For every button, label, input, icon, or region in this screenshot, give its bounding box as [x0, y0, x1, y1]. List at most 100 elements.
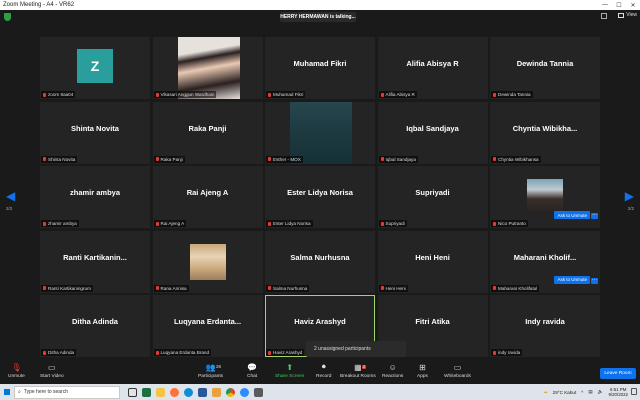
- file-explorer-icon[interactable]: [212, 387, 221, 397]
- participant-display-name: Ranti Kartikanin...: [63, 252, 127, 262]
- taskbar-apps: [128, 387, 263, 397]
- participant-tile[interactable]: Ditha Adinda Ditha Adinda: [40, 295, 150, 357]
- participant-tile[interactable]: Shinta Novita Shinta Novita: [40, 101, 150, 164]
- participant-tile[interactable]: Esther - MOX: [265, 101, 375, 164]
- excel-icon[interactable]: [142, 387, 151, 397]
- participant-tile[interactable]: Maharani Kholif... Maharani Kholifatul A…: [490, 230, 600, 293]
- participant-tile[interactable]: Alifia Abisya R Alifia Abisya R: [377, 37, 488, 99]
- share-screen-button[interactable]: ⬆ Share Screen: [275, 362, 304, 380]
- word-icon[interactable]: [198, 387, 207, 397]
- next-page-arrow-icon[interactable]: ▶: [625, 189, 634, 203]
- unmute-button[interactable]: 🎙 Unmute: [8, 362, 25, 380]
- unassigned-participants-popup[interactable]: 2 unassigned participants: [306, 341, 406, 357]
- weather-icon: ☁: [543, 389, 548, 394]
- participant-label: Rana Annisa: [153, 284, 189, 292]
- fullscreen-icon[interactable]: [601, 13, 607, 19]
- video-feed: [527, 179, 563, 215]
- participant-label: Esther - MOX: [266, 155, 303, 163]
- app-icon[interactable]: [254, 387, 263, 397]
- tray-chevron-icon[interactable]: ^: [581, 390, 583, 395]
- participant-tile[interactable]: Heni Heni Heni Heni: [377, 230, 488, 293]
- mic-muted-icon: [493, 350, 496, 355]
- search-placeholder: Type here to search: [23, 389, 69, 395]
- volume-icon[interactable]: 🔈: [598, 389, 604, 395]
- topbar-icons: [601, 13, 607, 19]
- participant-tile[interactable]: Iqbal Sandjaya Iqbal Sandjaya: [377, 101, 488, 164]
- search-icon: ⌕: [18, 389, 21, 395]
- ask-to-unmute-button[interactable]: Ask to Unmute: [554, 275, 590, 284]
- notification-icon[interactable]: [631, 388, 637, 395]
- participant-tile[interactable]: Ester Lidya Norisa Ester Lidya Norisa: [265, 166, 375, 228]
- participant-label: indy ravida: [491, 349, 523, 356]
- chat-label: Chat: [247, 374, 258, 379]
- talking-banner: HERRY HERMAWAN is talking...: [280, 12, 356, 22]
- windows-start-icon[interactable]: [0, 384, 14, 400]
- edge-icon[interactable]: [184, 387, 193, 397]
- participant-display-name: Ditha Adinda: [72, 317, 118, 326]
- apps-button[interactable]: ⊞ Apps: [417, 362, 428, 380]
- participant-tile[interactable]: Rana Annisa: [152, 230, 263, 293]
- zoom-app-icon[interactable]: [240, 387, 249, 397]
- participant-tile[interactable]: Muhamad Fikri Muhamad Fikri: [265, 37, 375, 99]
- participant-tile[interactable]: Dewinda Tannia Dewinda Tannia: [490, 37, 600, 99]
- participant-tile[interactable]: Luqyana Erdanta... Luqyana Erdanta Brand: [152, 295, 263, 357]
- participant-tile[interactable]: Chyntia Wibikha... Chyntia Wibikhansa: [490, 101, 600, 164]
- participant-tile[interactable]: Raka Panji Raka Panji: [152, 101, 263, 164]
- participant-tile[interactable]: Salma Nurhusna Salma Nurhusna: [265, 230, 375, 293]
- weather-text[interactable]: 29°C Kabut: [553, 390, 577, 395]
- close-icon[interactable]: ✕: [626, 0, 640, 10]
- grid-view-icon: [618, 12, 625, 18]
- more-options-icon[interactable]: ···: [591, 277, 598, 284]
- avatar: Z: [77, 49, 113, 83]
- mic-muted-icon: [155, 92, 159, 97]
- participant-display-name: Iqbal Sandjaya: [406, 123, 459, 133]
- reactions-button[interactable]: ☺ Reactions: [382, 362, 403, 380]
- folder-icon[interactable]: [156, 387, 165, 397]
- firefox-icon[interactable]: [170, 387, 179, 397]
- participant-display-name: Haviz Arashyd: [294, 317, 346, 326]
- more-options-icon[interactable]: ···: [591, 213, 598, 219]
- participant-label: Salma Nurhusna: [266, 284, 310, 292]
- participant-display-name: Supriyadi: [415, 188, 450, 197]
- task-view-icon[interactable]: [128, 387, 137, 397]
- page-indicator-left: 2/2: [6, 206, 13, 211]
- participant-label: Raka Panji: [153, 155, 185, 163]
- participant-tile[interactable]: Supriyadi Supriyadi: [377, 166, 488, 228]
- mic-muted-icon: [43, 157, 46, 161]
- participant-tile[interactable]: Z zoom 8aa04: [40, 37, 150, 99]
- ask-to-unmute-button[interactable]: Ask to Unmute: [554, 211, 590, 219]
- mic-muted-icon: [380, 286, 384, 290]
- mic-muted-icon: [268, 157, 271, 161]
- participant-grid: Z zoom 8aa04 Vikasari Anggun Wardhani Mu…: [40, 37, 600, 357]
- chrome-icon[interactable]: [226, 387, 235, 397]
- minimize-icon[interactable]: —: [598, 0, 612, 10]
- participant-display-name: Maharani Kholif...: [513, 252, 577, 262]
- view-button[interactable]: View: [618, 12, 637, 18]
- whiteboards-button[interactable]: ▭ Whiteboards: [444, 362, 471, 380]
- taskbar-search-input[interactable]: ⌕ Type here to search: [14, 385, 120, 399]
- participant-tile[interactable]: Indy ravida indy ravida: [490, 295, 600, 357]
- start-video-button[interactable]: ▭ Start Video: [40, 362, 64, 380]
- participant-tile[interactable]: Vikasari Anggun Wardhani: [152, 37, 263, 99]
- leave-room-button[interactable]: Leave Room: [600, 368, 636, 379]
- record-button[interactable]: ⏺ Record: [316, 362, 331, 379]
- participant-tile[interactable]: Rai Ajeng A Rai Ajeng A: [152, 166, 263, 228]
- participant-tile[interactable]: Nico Putranto Ask to Unmute ···: [490, 166, 600, 228]
- maximize-icon[interactable]: ☐: [612, 0, 626, 10]
- taskbar-clock[interactable]: 6:51 PM 9/20/2022: [608, 387, 628, 397]
- breakout-rooms-button[interactable]: ▦ Breakout Rooms: [340, 362, 376, 380]
- participant-label: Nico Putranto: [491, 220, 528, 227]
- apps-label: Apps: [417, 374, 428, 379]
- mic-muted-icon: [380, 221, 384, 226]
- mic-muted-icon: [268, 221, 271, 226]
- chat-button[interactable]: 💬 Chat: [247, 362, 258, 380]
- participant-tile[interactable]: zhamir ambya zhamir ambya: [40, 166, 150, 228]
- participant-label: zoom 8aa04: [41, 91, 76, 98]
- mic-muted-icon: [493, 221, 496, 226]
- previous-page-arrow-icon[interactable]: ◀: [6, 189, 15, 203]
- security-shield-icon[interactable]: [4, 13, 11, 21]
- participant-tile[interactable]: Ranti Kartikanin... Ranti Kartikaningrum: [40, 230, 150, 293]
- network-icon[interactable]: ▤: [588, 389, 592, 395]
- participants-label: Participants: [198, 374, 224, 379]
- system-tray: ☁ 29°C Kabut ^ ▤ 🔈 6:51 PM 9/20/2022: [543, 384, 628, 400]
